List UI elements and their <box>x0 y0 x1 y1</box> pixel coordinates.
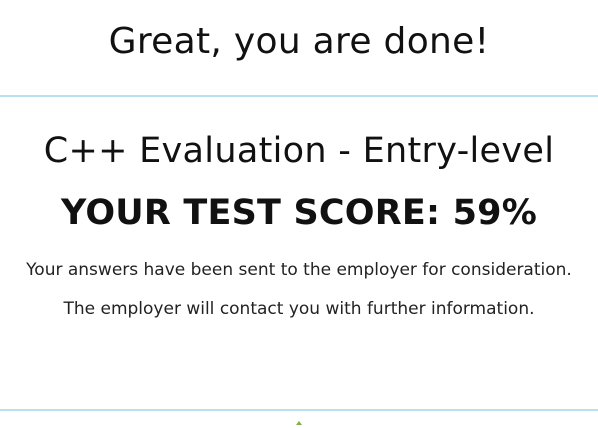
chevron-up-icon[interactable] <box>296 421 302 425</box>
completion-page: Great, you are done! C++ Evaluation - En… <box>0 0 598 428</box>
footer-divider <box>0 409 598 411</box>
submission-message: Your answers have been sent to the emplo… <box>26 260 572 280</box>
contact-message: The employer will contact you with furth… <box>63 299 535 319</box>
page-title: Great, you are done! <box>108 21 490 62</box>
score-value: 59% <box>452 193 537 233</box>
test-name: C++ Evaluation - Entry-level <box>43 131 555 171</box>
test-score: YOUR TEST SCORE: 59% <box>0 173 598 235</box>
result-panel: C++ Evaluation - Entry-level YOUR TEST S… <box>0 97 598 320</box>
page-header: Great, you are done! <box>0 0 598 95</box>
score-label: YOUR TEST SCORE: <box>61 193 441 233</box>
